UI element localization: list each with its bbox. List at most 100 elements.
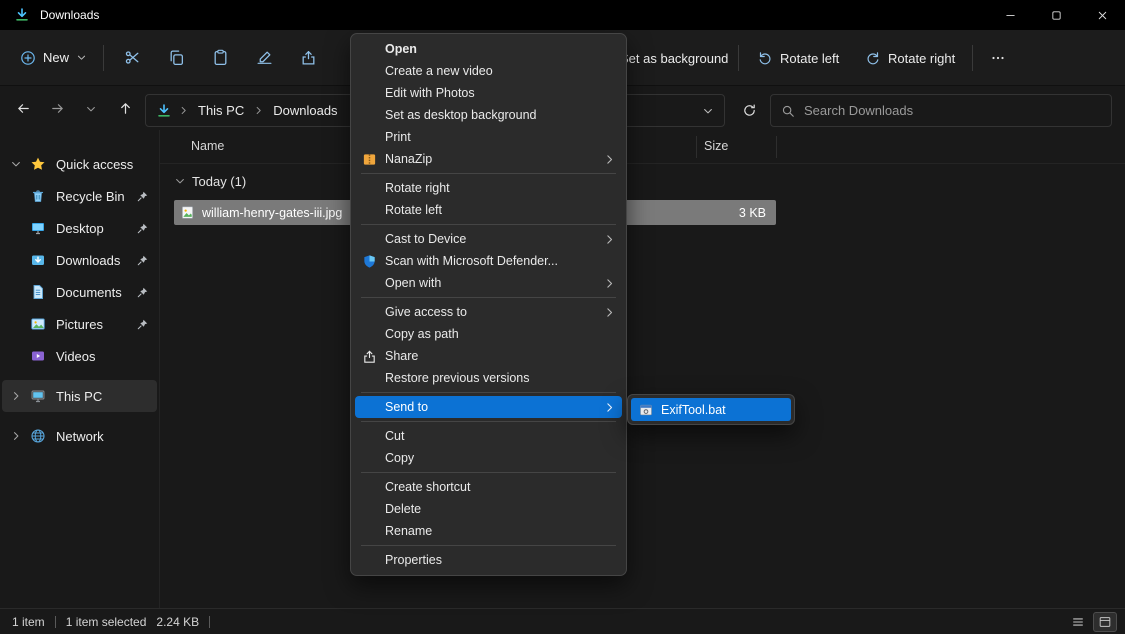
see-more-button[interactable] bbox=[981, 41, 1015, 75]
menu-item-icon-slot bbox=[362, 130, 377, 145]
menu-item-rotate-left[interactable]: Rotate left bbox=[355, 199, 622, 221]
nanazip-icon bbox=[362, 152, 377, 167]
rotate-right-button[interactable]: Rotate right bbox=[856, 39, 964, 77]
sidebar-item-quick-access[interactable]: Quick access bbox=[2, 148, 157, 180]
menu-item-icon-slot bbox=[362, 232, 377, 247]
sidebar-item-this-pc[interactable]: This PC bbox=[2, 380, 157, 412]
menu-item-scan-with-microsoft-defender[interactable]: Scan with Microsoft Defender... bbox=[355, 250, 622, 272]
sidebar-item-downloads[interactable]: Downloads bbox=[2, 244, 157, 276]
menu-item-properties[interactable]: Properties bbox=[355, 549, 622, 571]
downloads-logo-icon bbox=[14, 7, 30, 23]
menu-item-print[interactable]: Print bbox=[355, 126, 622, 148]
menu-item-icon-slot bbox=[362, 181, 377, 196]
search-box[interactable] bbox=[770, 94, 1112, 127]
menu-item-label: NanaZip bbox=[385, 152, 432, 166]
menu-item-rotate-right[interactable]: Rotate right bbox=[355, 177, 622, 199]
network-icon bbox=[30, 428, 46, 444]
close-button[interactable] bbox=[1079, 0, 1125, 30]
sidebar-item-videos[interactable]: Videos bbox=[2, 340, 157, 372]
sidebar-item-pictures[interactable]: Pictures bbox=[2, 308, 157, 340]
minimize-icon bbox=[1004, 9, 1017, 22]
sidebar-expander[interactable] bbox=[10, 390, 30, 402]
menu-item-create-a-new-video[interactable]: Create a new video bbox=[355, 60, 622, 82]
pin-indicator bbox=[136, 190, 149, 203]
menu-item-label: Rotate left bbox=[385, 203, 442, 217]
rename-button[interactable] bbox=[242, 39, 286, 77]
search-input[interactable] bbox=[804, 103, 1101, 118]
minimize-button[interactable] bbox=[987, 0, 1033, 30]
cut-button[interactable] bbox=[110, 39, 154, 77]
rotate-left-icon bbox=[757, 50, 773, 66]
menu-item-copy[interactable]: Copy bbox=[355, 447, 622, 469]
pin-indicator bbox=[136, 222, 149, 235]
nav-buttons bbox=[6, 87, 142, 130]
menu-item-label: Give access to bbox=[385, 305, 467, 319]
plus-icon bbox=[20, 50, 36, 66]
menu-item-restore-previous-versions[interactable]: Restore previous versions bbox=[355, 367, 622, 389]
sidebar-item-documents[interactable]: Documents bbox=[2, 276, 157, 308]
menu-item-create-shortcut[interactable]: Create shortcut bbox=[355, 476, 622, 498]
menu-item-copy-as-path[interactable]: Copy as path bbox=[355, 323, 622, 345]
breadcrumb-this-pc[interactable]: This PC bbox=[195, 103, 247, 118]
toolbar-divider bbox=[972, 45, 973, 71]
chevron-down-icon[interactable] bbox=[702, 105, 714, 117]
column-headers: Name Size bbox=[160, 130, 1125, 164]
copy-icon bbox=[168, 49, 185, 66]
submenu-arrow-icon bbox=[603, 277, 616, 290]
menu-item-cut[interactable]: Cut bbox=[355, 425, 622, 447]
column-divider[interactable] bbox=[696, 136, 697, 158]
sidebar-item-recycle-bin[interactable]: Recycle Bin bbox=[2, 180, 157, 212]
menu-item-icon-slot bbox=[362, 86, 377, 101]
new-button-label: New bbox=[43, 50, 69, 65]
copy-button[interactable] bbox=[154, 39, 198, 77]
sidebar-expander[interactable] bbox=[10, 158, 30, 170]
close-icon bbox=[1096, 9, 1109, 22]
menu-item-share[interactable]: Share bbox=[355, 345, 622, 367]
menu-item-nanazip[interactable]: NanaZip bbox=[355, 148, 622, 170]
column-header-name[interactable]: Name bbox=[191, 139, 224, 153]
sidebar-item-network[interactable]: Network bbox=[2, 420, 157, 452]
group-header-today[interactable]: Today (1) bbox=[160, 168, 246, 194]
refresh-icon bbox=[742, 103, 757, 118]
menu-item-cast-to-device[interactable]: Cast to Device bbox=[355, 228, 622, 250]
menu-item-icon-slot bbox=[362, 502, 377, 517]
menu-item-open-with[interactable]: Open with bbox=[355, 272, 622, 294]
sidebar-expander[interactable] bbox=[10, 430, 30, 442]
menu-item-label: Send to bbox=[385, 400, 428, 414]
recent-locations-button[interactable] bbox=[74, 93, 108, 125]
list-view-button[interactable] bbox=[1066, 612, 1090, 632]
group-header-label: Today (1) bbox=[192, 174, 246, 189]
breadcrumb-downloads[interactable]: Downloads bbox=[270, 103, 340, 118]
menu-item-label: Cast to Device bbox=[385, 232, 466, 246]
menu-item-delete[interactable]: Delete bbox=[355, 498, 622, 520]
menu-item-icon-slot bbox=[362, 451, 377, 466]
share-button[interactable] bbox=[286, 39, 330, 77]
back-button[interactable] bbox=[6, 93, 40, 125]
menu-item-edit-with-photos[interactable]: Edit with Photos bbox=[355, 82, 622, 104]
refresh-button[interactable] bbox=[733, 94, 765, 127]
rotate-left-button[interactable]: Rotate left bbox=[748, 39, 848, 77]
column-divider[interactable] bbox=[776, 136, 777, 158]
menu-item-send-to[interactable]: Send to bbox=[355, 396, 622, 418]
menu-item-label: Cut bbox=[385, 429, 404, 443]
search-icon bbox=[781, 104, 795, 118]
paste-button[interactable] bbox=[198, 39, 242, 77]
thumbnail-view-icon bbox=[1098, 615, 1112, 629]
column-header-size[interactable]: Size bbox=[704, 139, 728, 153]
menu-item-icon-slot bbox=[362, 400, 377, 415]
menu-item-open[interactable]: Open bbox=[355, 38, 622, 60]
new-button[interactable]: New bbox=[10, 43, 97, 73]
rotate-right-label: Rotate right bbox=[888, 51, 955, 66]
thumbnail-view-button[interactable] bbox=[1093, 612, 1117, 632]
menu-item-rename[interactable]: Rename bbox=[355, 520, 622, 542]
downloads-icon bbox=[30, 252, 46, 268]
maximize-button[interactable] bbox=[1033, 0, 1079, 30]
menu-item-set-as-desktop-background[interactable]: Set as desktop background bbox=[355, 104, 622, 126]
up-button[interactable] bbox=[108, 93, 142, 125]
forward-button[interactable] bbox=[40, 93, 74, 125]
menu-item-give-access-to[interactable]: Give access to bbox=[355, 301, 622, 323]
sidebar-item-desktop[interactable]: Desktop bbox=[2, 212, 157, 244]
file-name: william-henry-gates-iii.jpg bbox=[202, 206, 342, 220]
submenu-item-exiftool-bat[interactable]: ExifTool.bat bbox=[631, 398, 791, 421]
status-divider bbox=[209, 616, 210, 628]
